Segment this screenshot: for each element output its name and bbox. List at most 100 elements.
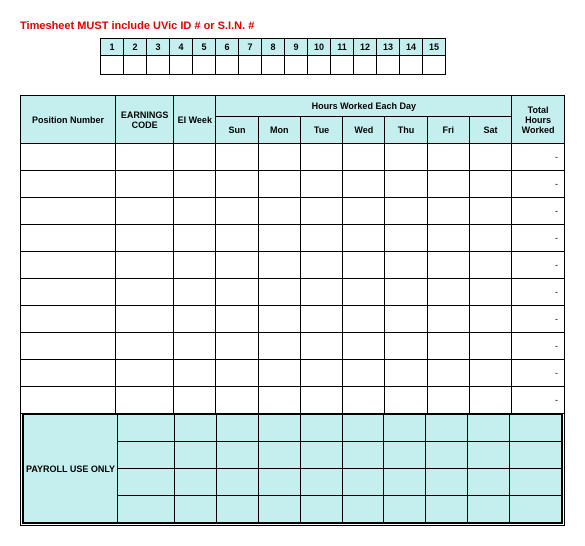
id-input-cell[interactable] xyxy=(101,56,124,75)
data-cell[interactable] xyxy=(385,306,427,333)
data-cell[interactable] xyxy=(300,360,342,387)
data-cell[interactable] xyxy=(21,333,116,360)
data-cell[interactable] xyxy=(258,360,300,387)
data-cell[interactable] xyxy=(174,198,216,225)
data-cell[interactable] xyxy=(385,387,427,414)
data-cell[interactable] xyxy=(427,306,469,333)
data-cell[interactable] xyxy=(343,171,385,198)
data-cell[interactable] xyxy=(258,333,300,360)
data-cell[interactable] xyxy=(427,279,469,306)
data-cell[interactable] xyxy=(343,198,385,225)
data-cell[interactable] xyxy=(427,360,469,387)
data-cell[interactable] xyxy=(343,144,385,171)
data-cell[interactable] xyxy=(300,279,342,306)
data-cell[interactable] xyxy=(21,252,116,279)
id-input-cell[interactable] xyxy=(170,56,193,75)
data-cell[interactable] xyxy=(300,225,342,252)
data-cell[interactable] xyxy=(469,279,511,306)
data-cell[interactable] xyxy=(216,198,258,225)
data-cell[interactable] xyxy=(469,198,511,225)
data-cell[interactable] xyxy=(469,360,511,387)
id-input-cell[interactable] xyxy=(354,56,377,75)
data-cell[interactable] xyxy=(385,252,427,279)
data-cell[interactable] xyxy=(427,252,469,279)
data-cell[interactable] xyxy=(469,252,511,279)
data-cell[interactable] xyxy=(116,225,174,252)
data-cell[interactable] xyxy=(258,144,300,171)
data-cell[interactable] xyxy=(116,333,174,360)
data-cell[interactable] xyxy=(385,198,427,225)
data-cell[interactable] xyxy=(21,144,116,171)
data-cell[interactable] xyxy=(21,198,116,225)
data-cell[interactable] xyxy=(174,171,216,198)
data-cell[interactable] xyxy=(21,171,116,198)
data-cell[interactable] xyxy=(216,279,258,306)
data-cell[interactable] xyxy=(216,252,258,279)
data-cell[interactable] xyxy=(116,171,174,198)
id-input-cell[interactable] xyxy=(262,56,285,75)
data-cell[interactable] xyxy=(258,387,300,414)
data-cell[interactable] xyxy=(216,225,258,252)
data-cell[interactable] xyxy=(174,279,216,306)
data-cell[interactable] xyxy=(116,279,174,306)
data-cell[interactable] xyxy=(258,306,300,333)
id-input-cell[interactable] xyxy=(331,56,354,75)
data-cell[interactable] xyxy=(300,252,342,279)
id-input-cell[interactable] xyxy=(147,56,170,75)
data-cell[interactable] xyxy=(174,252,216,279)
data-cell[interactable] xyxy=(300,171,342,198)
id-input-cell[interactable] xyxy=(308,56,331,75)
id-input-cell[interactable] xyxy=(216,56,239,75)
data-cell[interactable] xyxy=(21,279,116,306)
data-cell[interactable] xyxy=(21,387,116,414)
data-cell[interactable] xyxy=(385,171,427,198)
data-cell[interactable] xyxy=(21,360,116,387)
id-input-cell[interactable] xyxy=(423,56,446,75)
data-cell[interactable] xyxy=(216,360,258,387)
id-input-cell[interactable] xyxy=(377,56,400,75)
data-cell[interactable] xyxy=(116,198,174,225)
data-cell[interactable] xyxy=(300,387,342,414)
data-cell[interactable] xyxy=(427,333,469,360)
data-cell[interactable] xyxy=(258,171,300,198)
data-cell[interactable] xyxy=(427,225,469,252)
data-cell[interactable] xyxy=(258,198,300,225)
id-input-cell[interactable] xyxy=(193,56,216,75)
data-cell[interactable] xyxy=(116,360,174,387)
data-cell[interactable] xyxy=(469,144,511,171)
data-cell[interactable] xyxy=(300,144,342,171)
data-cell[interactable] xyxy=(343,360,385,387)
data-cell[interactable] xyxy=(469,333,511,360)
data-cell[interactable] xyxy=(116,252,174,279)
data-cell[interactable] xyxy=(174,306,216,333)
data-cell[interactable] xyxy=(174,144,216,171)
data-cell[interactable] xyxy=(385,333,427,360)
data-cell[interactable] xyxy=(385,144,427,171)
data-cell[interactable] xyxy=(116,306,174,333)
data-cell[interactable] xyxy=(343,252,385,279)
data-cell[interactable] xyxy=(258,279,300,306)
data-cell[interactable] xyxy=(21,225,116,252)
data-cell[interactable] xyxy=(300,198,342,225)
data-cell[interactable] xyxy=(343,306,385,333)
data-cell[interactable] xyxy=(174,333,216,360)
id-input-cell[interactable] xyxy=(124,56,147,75)
data-cell[interactable] xyxy=(469,171,511,198)
data-cell[interactable] xyxy=(427,144,469,171)
data-cell[interactable] xyxy=(427,198,469,225)
data-cell[interactable] xyxy=(300,333,342,360)
data-cell[interactable] xyxy=(469,306,511,333)
data-cell[interactable] xyxy=(216,387,258,414)
data-cell[interactable] xyxy=(174,387,216,414)
data-cell[interactable] xyxy=(216,306,258,333)
data-cell[interactable] xyxy=(21,306,116,333)
data-cell[interactable] xyxy=(469,387,511,414)
data-cell[interactable] xyxy=(216,144,258,171)
data-cell[interactable] xyxy=(174,225,216,252)
data-cell[interactable] xyxy=(116,144,174,171)
id-input-cell[interactable] xyxy=(239,56,262,75)
id-input-cell[interactable] xyxy=(400,56,423,75)
data-cell[interactable] xyxy=(343,279,385,306)
id-input-cell[interactable] xyxy=(285,56,308,75)
data-cell[interactable] xyxy=(343,387,385,414)
